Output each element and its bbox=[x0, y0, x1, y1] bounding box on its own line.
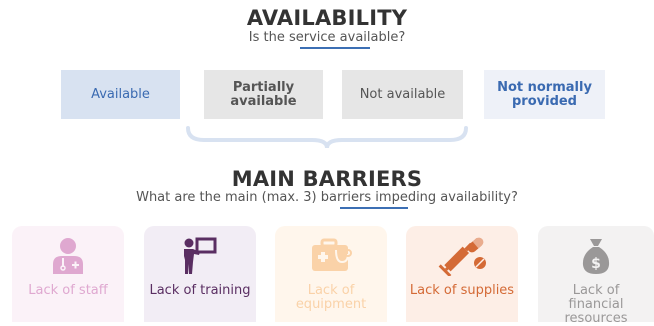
option-not-available[interactable]: Not available bbox=[342, 70, 463, 119]
svg-text:$: $ bbox=[591, 256, 601, 272]
option-partially-available[interactable]: Partially available bbox=[204, 70, 323, 119]
option-partially-available-label: Partially available bbox=[230, 79, 297, 109]
barrier-label-supplies: Lack of supplies bbox=[409, 283, 515, 298]
barrier-card-equipment[interactable]: Lack of equipment bbox=[275, 226, 387, 322]
barrier-card-staff[interactable]: Lack of staff bbox=[12, 226, 124, 322]
option-available-label: Available bbox=[91, 86, 150, 102]
option-not-normally-provided[interactable]: Not normally provided bbox=[484, 70, 605, 119]
barrier-card-financial[interactable]: $ Lack of financial resources bbox=[538, 226, 654, 326]
option-not-available-label: Not available bbox=[359, 86, 446, 102]
money-bag-icon: $ bbox=[538, 234, 654, 278]
barrier-label-staff: Lack of staff bbox=[28, 283, 108, 298]
bracket-connector bbox=[186, 126, 468, 149]
barriers-question: What are the main (max. 3) barriers impe… bbox=[136, 190, 518, 205]
option-not-normally-provided-label: Not normally provided bbox=[497, 79, 592, 109]
medical-kit-icon bbox=[275, 234, 387, 278]
teacher-board-icon bbox=[144, 234, 256, 278]
barrier-card-supplies[interactable]: Lack of supplies bbox=[406, 226, 518, 322]
barrier-label-equipment: Lack of equipment bbox=[295, 283, 367, 312]
barrier-card-training[interactable]: Lack of training bbox=[144, 226, 256, 322]
option-available[interactable]: Available bbox=[61, 70, 180, 119]
barrier-label-training: Lack of training bbox=[149, 283, 251, 298]
availability-title: AVAILABILITY bbox=[246, 6, 408, 30]
barriers-underline bbox=[340, 207, 408, 209]
availability-underline bbox=[300, 47, 370, 49]
doctor-icon bbox=[12, 234, 124, 278]
barriers-title: MAIN BARRIERS bbox=[231, 167, 423, 191]
syringe-pills-icon bbox=[406, 234, 518, 278]
barrier-label-financial: Lack of financial resources bbox=[564, 283, 628, 326]
availability-question: Is the service available? bbox=[248, 30, 406, 45]
